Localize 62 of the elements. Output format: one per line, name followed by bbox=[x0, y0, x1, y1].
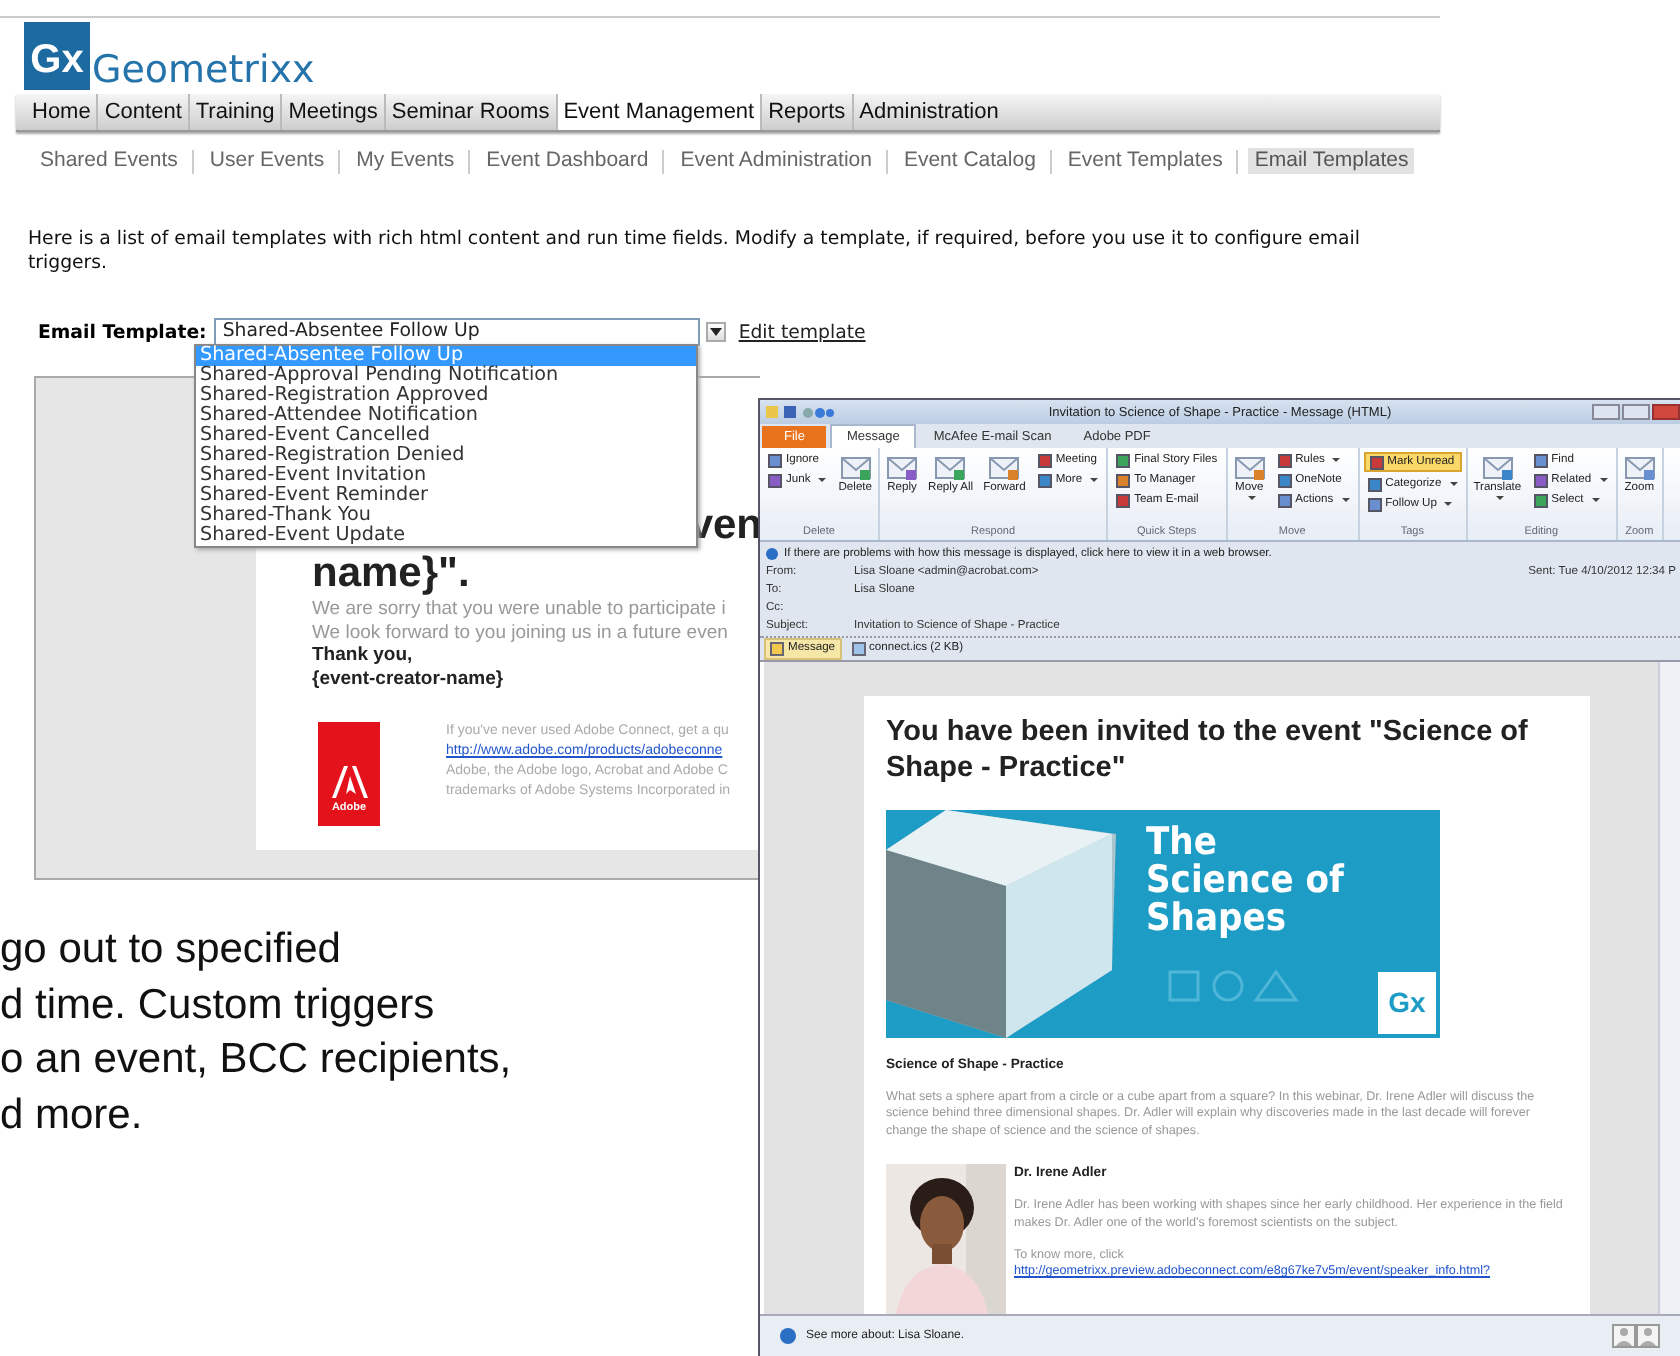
shapes-icon bbox=[1168, 970, 1300, 1002]
template-select[interactable]: Shared-Absentee Follow Up bbox=[214, 318, 701, 346]
subnav-link[interactable]: User Events bbox=[203, 148, 331, 174]
email-text: We look forward to you joining us in a future even bbox=[312, 621, 730, 644]
envelope-icon bbox=[988, 454, 1021, 482]
dropdown-option[interactable]: Shared-Registration Denied bbox=[196, 446, 696, 466]
file-icon bbox=[851, 642, 866, 656]
nav-tab[interactable]: Reports bbox=[760, 94, 852, 130]
subnav-link[interactable]: My Events bbox=[350, 148, 461, 174]
close-icon[interactable] bbox=[1652, 404, 1680, 420]
maximize-icon[interactable] bbox=[1622, 404, 1650, 420]
envelope-icon bbox=[839, 454, 872, 482]
dropdown-option[interactable]: Shared-Attendee Notification bbox=[196, 406, 696, 426]
field-label: Email Template: bbox=[38, 321, 207, 343]
caption-text: go out to specified bbox=[0, 924, 341, 976]
logo-mark: Gx bbox=[24, 22, 90, 90]
nav-tab[interactable]: Content bbox=[96, 94, 188, 130]
dropdown-option[interactable]: Shared-Event Update bbox=[196, 526, 696, 546]
envelope-icon bbox=[1623, 454, 1656, 482]
intro-text: Here is a list of email templates with rich html content and run time fields. Modify a template, if required, before you use it to configure email triggers. bbox=[28, 228, 1363, 276]
signature-text: {event-creator-name} bbox=[312, 667, 506, 690]
scrollbar[interactable] bbox=[1658, 662, 1680, 1314]
info-icon bbox=[766, 548, 778, 560]
dropdown-option[interactable]: Shared-Event Reminder bbox=[196, 486, 696, 506]
caret-icon bbox=[710, 328, 723, 336]
nav-tab[interactable]: Training bbox=[187, 94, 281, 130]
dropdown-button[interactable] bbox=[706, 322, 727, 342]
brand-name: Geometrixx bbox=[92, 50, 315, 90]
nav-tab[interactable]: Event Management bbox=[555, 94, 761, 130]
dropdown-option[interactable]: Shared-Thank You bbox=[196, 506, 696, 526]
subnav-link[interactable]: Event Dashboard bbox=[480, 148, 655, 174]
envelope-icon bbox=[1481, 454, 1514, 482]
email-text: We are sorry that you were unable to participate i bbox=[312, 598, 728, 621]
caption-text: o an event, BCC recipients, bbox=[0, 1034, 512, 1086]
subnav-link[interactable]: Event Catalog bbox=[897, 148, 1042, 174]
toolbar-icons-drawing[interactable] bbox=[766, 405, 834, 419]
subnav-link[interactable]: Email Templates bbox=[1248, 148, 1415, 174]
subnav-link[interactable]: Event Templates bbox=[1061, 148, 1229, 174]
envelope-icon bbox=[886, 454, 919, 482]
dropdown-option[interactable]: Shared-Event Cancelled bbox=[196, 426, 696, 446]
logo-mark: Gx bbox=[1378, 972, 1436, 1034]
info-icon bbox=[780, 1328, 796, 1344]
dropdown-option[interactable]: Shared-Event Invitation bbox=[196, 466, 696, 486]
people-icon[interactable] bbox=[1612, 1324, 1660, 1348]
envelope-icon bbox=[934, 454, 967, 482]
nav-tab[interactable]: Administration bbox=[851, 94, 1005, 130]
nav-tab[interactable]: Home bbox=[16, 94, 97, 130]
minimize-icon[interactable] bbox=[1592, 404, 1620, 420]
signature-text: Thank you, bbox=[312, 644, 415, 667]
banner-title: The Science of Shapes bbox=[1146, 824, 1344, 938]
email-heading: You have been invited to the event "Science of Shape - Practice" bbox=[886, 714, 1530, 786]
dropdown-option[interactable]: Shared-Approval Pending Notification bbox=[196, 366, 696, 386]
dropdown-option[interactable]: Shared-Registration Approved bbox=[196, 386, 696, 406]
caption-text: d time. Custom triggers bbox=[0, 979, 435, 1031]
subnav-link[interactable]: Shared Events bbox=[34, 148, 184, 174]
caption-text: d more. bbox=[0, 1089, 143, 1141]
envelope-icon bbox=[1233, 454, 1266, 482]
subnav-link[interactable]: Event Administration bbox=[674, 148, 878, 174]
edit-template-link[interactable]: Edit template bbox=[738, 321, 866, 343]
email-heading: name}". bbox=[312, 550, 472, 598]
file-icon bbox=[770, 642, 784, 656]
nav-tab[interactable]: Meetings bbox=[280, 94, 384, 130]
